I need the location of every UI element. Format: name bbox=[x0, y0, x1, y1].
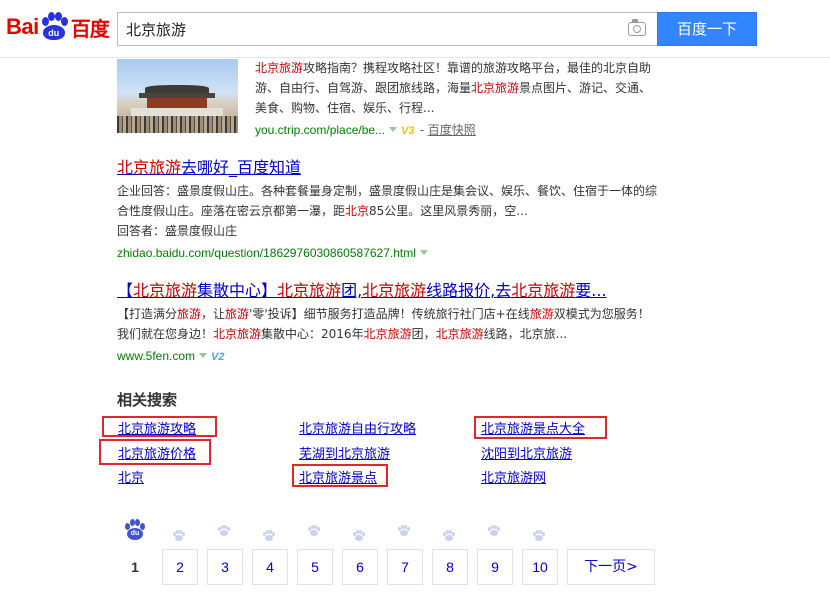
highlight-box bbox=[99, 439, 211, 465]
page-link-8[interactable]: 8 bbox=[432, 549, 468, 585]
page-link-5[interactable]: 5 bbox=[297, 549, 333, 585]
paw-icon bbox=[173, 530, 185, 542]
keyword-highlight: 北京旅游 bbox=[471, 81, 520, 95]
keyword-highlight: 北京旅游 bbox=[117, 158, 182, 177]
text-segment: 要... bbox=[575, 281, 607, 300]
highlight-box bbox=[102, 416, 217, 437]
keyword-highlight: 旅游 bbox=[177, 307, 202, 321]
v2-badge-icon[interactable]: V2 bbox=[211, 351, 224, 363]
page-link-10[interactable]: 10 bbox=[522, 549, 558, 585]
keyword-highlight: 北京旅游 bbox=[133, 281, 198, 300]
text-segment: 【 bbox=[117, 281, 134, 300]
paw-icon bbox=[443, 530, 455, 542]
logo-text-bai: Bai bbox=[6, 14, 39, 39]
text-segment: 85公里。这里风景秀丽，空... bbox=[369, 204, 528, 218]
next-page-button[interactable]: 下一页> bbox=[567, 549, 655, 585]
text-segment: 【打造满分 bbox=[117, 307, 178, 321]
camera-icon[interactable] bbox=[628, 19, 646, 36]
related-link[interactable]: 芜湖到北京旅游 bbox=[299, 443, 390, 462]
text-segment: 去哪好_百度知道 bbox=[181, 158, 302, 177]
paw-icon bbox=[533, 530, 545, 542]
dropdown-arrow-icon[interactable] bbox=[419, 250, 428, 255]
page-link-3[interactable]: 3 bbox=[207, 549, 243, 585]
keyword-highlight: 旅游 bbox=[225, 307, 250, 321]
text-segment: '零'投诉】细节服务打造品牌！传统旅行社门店+在线 bbox=[249, 307, 530, 321]
keyword-highlight: 北京旅游 bbox=[511, 281, 576, 300]
keyword-highlight: 北京 bbox=[345, 204, 370, 218]
result-1-url-row: you.ctrip.com/place/be... V3 - 百度快照 bbox=[255, 123, 476, 137]
v3-badge-icon[interactable]: V3 bbox=[401, 125, 414, 137]
result-1-snippet: 北京旅游攻略指南？携程攻略社区！靠谱的旅游攻略平台，最佳的北京自助游、自由行、自… bbox=[255, 58, 655, 118]
result-2-snippet: 企业回答：盛景度假山庄。各种套餐量身定制，盛景度假山庄是集会议、娱乐、餐饮、住宿… bbox=[117, 181, 657, 241]
text-segment: 集散中心】 bbox=[197, 281, 278, 300]
text-segment: 线路，北京旅... bbox=[483, 327, 568, 341]
search-button[interactable]: 百度一下 bbox=[657, 12, 757, 46]
result-2-url-row: zhidao.baidu.com/question/18629760308605… bbox=[117, 242, 432, 261]
text-segment: 线路报价,去 bbox=[426, 281, 512, 300]
keyword-highlight: 北京旅游 bbox=[362, 281, 427, 300]
page-link-2[interactable]: 2 bbox=[162, 549, 198, 585]
highlight-box bbox=[292, 464, 388, 487]
result-2-responder: 回答者：盛景度假山庄 bbox=[117, 224, 238, 238]
result-3-title[interactable]: 【北京旅游集散中心】北京旅游团,北京旅游线路报价,去北京旅游要... bbox=[117, 277, 607, 301]
search-box bbox=[117, 12, 658, 46]
logo-text-baidu-cn: 百度 bbox=[70, 16, 110, 41]
keyword-highlight: 旅游 bbox=[529, 307, 554, 321]
paw-icon bbox=[218, 525, 230, 537]
dropdown-arrow-icon[interactable] bbox=[199, 353, 208, 358]
keyword-highlight: 北京旅游 bbox=[277, 281, 342, 300]
result-3-url[interactable]: www.5fen.com bbox=[117, 349, 195, 363]
paw-icon bbox=[488, 525, 500, 537]
page-link-9[interactable]: 9 bbox=[477, 549, 513, 585]
related-link[interactable]: 沈阳到北京旅游 bbox=[481, 443, 572, 462]
result-1-url[interactable]: you.ctrip.com/place/be... bbox=[255, 123, 385, 137]
page-link-7[interactable]: 7 bbox=[387, 549, 423, 585]
result-3-snippet: 【打造满分旅游，让旅游'零'投诉】细节服务打造品牌！传统旅行社门店+在线旅游双模… bbox=[117, 304, 657, 344]
result-thumbnail-image[interactable] bbox=[117, 59, 238, 133]
result-2-snippet-text: 企业回答：盛景度假山庄。各种套餐量身定制，盛景度假山庄是集会议、娱乐、餐饮、住宿… bbox=[117, 181, 657, 221]
keyword-highlight: 北京旅游 bbox=[435, 327, 484, 341]
result-2-url[interactable]: zhidao.baidu.com/question/18629760308605… bbox=[117, 246, 416, 260]
keyword-highlight: 北京旅游 bbox=[255, 61, 304, 75]
text-segment: ，让 bbox=[201, 307, 226, 321]
header-bar: Bai du 百度 百度一下 bbox=[0, 0, 830, 58]
highlight-box bbox=[474, 416, 607, 439]
paw-icon bbox=[398, 525, 410, 537]
search-input[interactable] bbox=[118, 13, 608, 45]
text-segment: 集散中心：2016年 bbox=[261, 327, 364, 341]
result-3-url-row: www.5fen.com V2 bbox=[117, 345, 225, 364]
cache-link[interactable]: 百度快照 bbox=[428, 123, 476, 137]
baidu-logo[interactable]: Bai du 百度 bbox=[6, 10, 110, 44]
current-page-number: 1 bbox=[131, 559, 139, 575]
result-2-title[interactable]: 北京旅游去哪好_百度知道 bbox=[117, 154, 301, 178]
keyword-highlight: 北京旅游 bbox=[363, 327, 412, 341]
related-searches-title: 相关搜索 bbox=[117, 391, 178, 409]
paw-icon bbox=[263, 530, 275, 542]
page-link-4[interactable]: 4 bbox=[252, 549, 288, 585]
page-link-6[interactable]: 6 bbox=[342, 549, 378, 585]
related-link[interactable]: 北京 bbox=[118, 467, 144, 486]
paw-icon bbox=[353, 530, 365, 542]
text-segment: 团， bbox=[411, 327, 436, 341]
paw-icon bbox=[308, 525, 320, 537]
text-segment: 团, bbox=[341, 281, 363, 300]
related-link[interactable]: 北京旅游自由行攻略 bbox=[299, 418, 416, 437]
current-page-paw-icon: du bbox=[124, 519, 146, 541]
keyword-highlight: 北京旅游 bbox=[213, 327, 262, 341]
paw-icon: du bbox=[40, 12, 68, 42]
related-link[interactable]: 北京旅游网 bbox=[481, 467, 546, 486]
dropdown-arrow-icon[interactable] bbox=[389, 127, 398, 132]
